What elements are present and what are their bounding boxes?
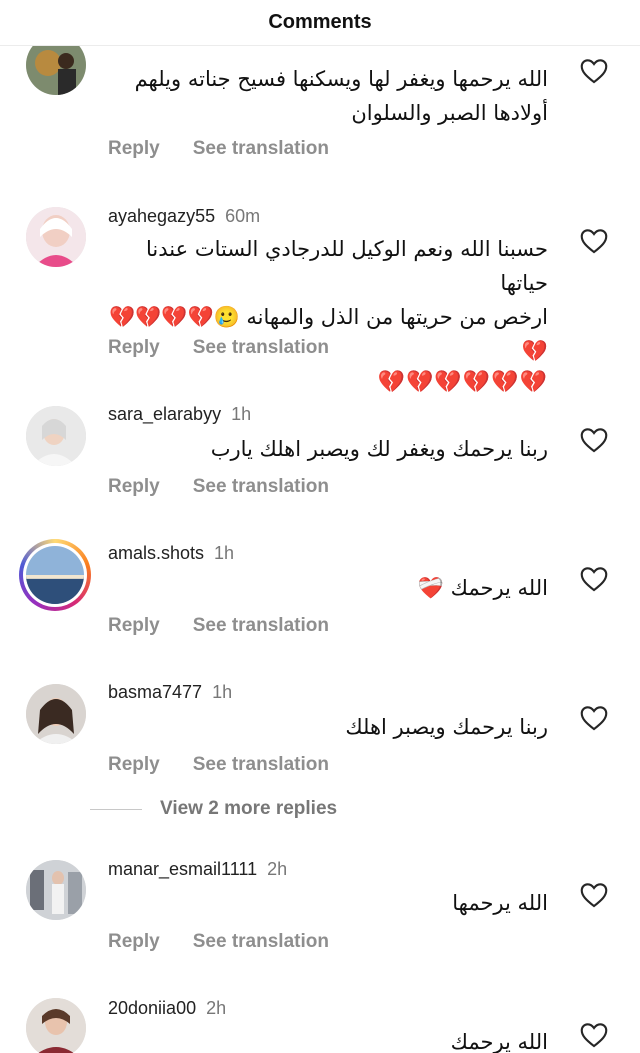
divider (90, 808, 142, 810)
username[interactable]: 20doniia00 (108, 998, 196, 1019)
reply-button[interactable]: Reply (108, 615, 160, 637)
comment-text: ربنا يرحمك ويغفر لك ويصبر اهلك يارب (210, 437, 548, 461)
see-translation-button[interactable]: See translation (193, 138, 329, 160)
comment-actions: Reply See translation (108, 337, 329, 359)
username[interactable]: manar_esmail1111 (108, 859, 257, 880)
comment-text: الله يرحمها ويغفر لها ويسكنها فسيح جناته… (134, 67, 548, 125)
timestamp: 2h (206, 998, 227, 1018)
comment-actions: Reply See translation (108, 138, 329, 160)
comment-text: حسبنا الله ونعم الوكيل للدرجادي الستات ع… (109, 237, 548, 395)
page-title: Comments (268, 11, 372, 33)
comment-text: الله يرحمك ❤️‍🩹 (417, 576, 548, 600)
username[interactable]: ayahegazy55 (108, 206, 215, 227)
avatar[interactable] (26, 684, 86, 744)
like-heart-icon[interactable] (580, 1022, 608, 1048)
timestamp: 1h (212, 682, 233, 702)
avatar[interactable] (26, 998, 86, 1053)
view-more-replies-label[interactable]: View 2 more replies (160, 798, 337, 820)
username[interactable]: sara_elarabyy (108, 404, 221, 425)
like-heart-icon[interactable] (580, 58, 608, 84)
reply-button[interactable]: Reply (108, 476, 160, 498)
like-heart-icon[interactable] (580, 705, 608, 731)
timestamp: 1h (231, 404, 252, 424)
comment-meta: 20doniia00 2h (108, 998, 226, 1019)
comment-actions: Reply See translation (108, 931, 329, 953)
comment-actions: Reply See translation (108, 615, 329, 637)
comment-meta: amals.shots 1h (108, 543, 234, 564)
comment-text: الله يرحمها (452, 891, 548, 915)
like-heart-icon[interactable] (580, 882, 608, 908)
see-translation-button[interactable]: See translation (193, 476, 329, 498)
reply-button[interactable]: Reply (108, 754, 160, 776)
comment-text: ربنا يرحمك ويصبر اهلك (345, 715, 548, 739)
see-translation-button[interactable]: See translation (193, 931, 329, 953)
comment-meta: basma7477 1h (108, 682, 232, 703)
comment-actions: Reply See translation (108, 476, 329, 498)
timestamp: 2h (267, 859, 288, 879)
timestamp: 60m (225, 206, 261, 226)
avatar-story-ring[interactable] (19, 539, 91, 611)
reply-button[interactable]: Reply (108, 337, 160, 359)
timestamp: 1h (214, 543, 235, 563)
comment-meta: ayahegazy55 60m (108, 206, 260, 227)
username[interactable]: basma7477 (108, 682, 202, 703)
comment-text: الله يرحمك (450, 1030, 548, 1053)
avatar[interactable] (26, 207, 86, 267)
see-translation-button[interactable]: See translation (193, 615, 329, 637)
comment-meta: sara_elarabyy 1h (108, 404, 251, 425)
username[interactable]: amals.shots (108, 543, 204, 564)
reply-button[interactable]: Reply (108, 138, 160, 160)
see-translation-button[interactable]: See translation (193, 337, 329, 359)
see-translation-button[interactable]: See translation (193, 754, 329, 776)
comment-actions: Reply See translation (108, 754, 329, 776)
avatar[interactable] (26, 860, 86, 920)
avatar[interactable] (26, 406, 86, 466)
like-heart-icon[interactable] (580, 228, 608, 254)
view-more-replies[interactable]: View 2 more replies (90, 798, 337, 820)
comments-header: Comments (0, 0, 640, 46)
reply-button[interactable]: Reply (108, 931, 160, 953)
like-heart-icon[interactable] (580, 427, 608, 453)
like-heart-icon[interactable] (580, 566, 608, 592)
comment-meta: manar_esmail1111 2h (108, 859, 287, 880)
